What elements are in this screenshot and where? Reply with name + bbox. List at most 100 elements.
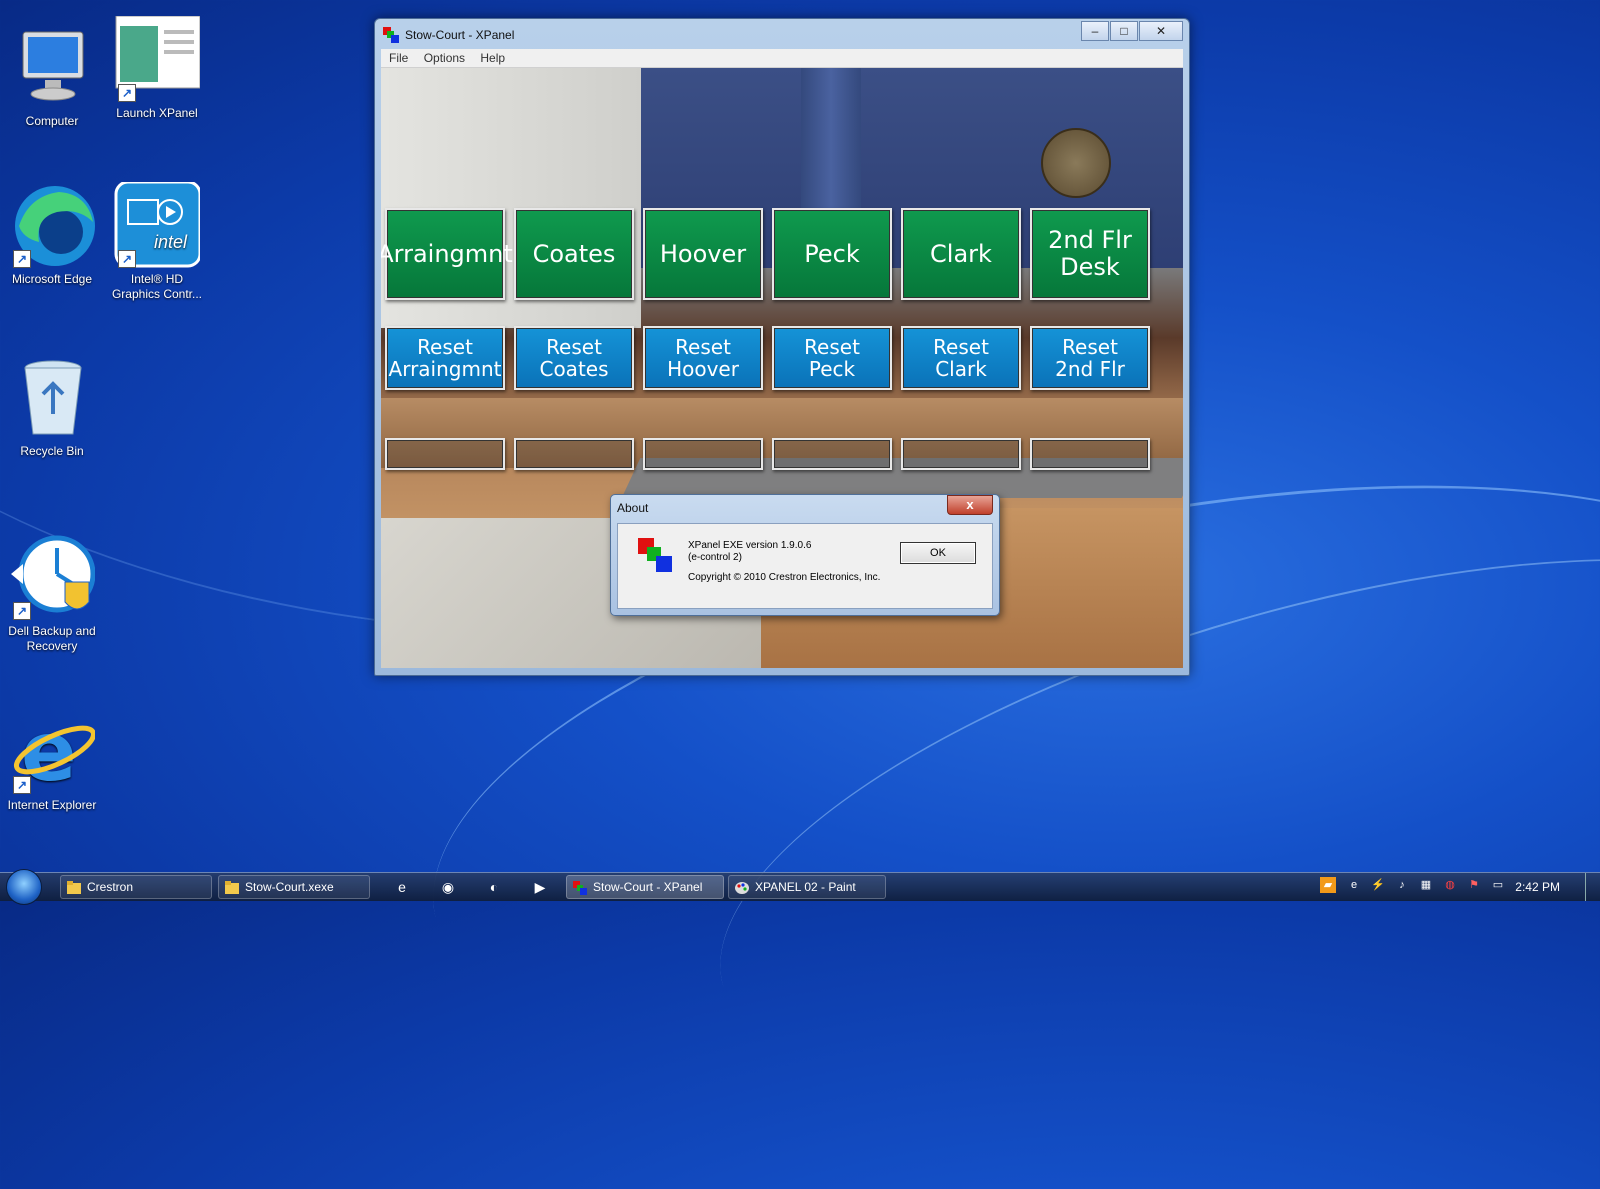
room-button-peck[interactable]: Peck (772, 208, 892, 300)
empty-button-6[interactable] (1030, 438, 1150, 470)
about-copyright: Copyright © 2010 Crestron Electronics, I… (688, 572, 881, 583)
minimize-button[interactable]: – (1081, 21, 1109, 41)
desktop-icon-computer[interactable]: Computer (2, 24, 102, 129)
desktop-icon-intel-graphics[interactable]: intel ↗ Intel® HD Graphics Contr... (107, 180, 207, 302)
taskbar-clock[interactable]: 2:42 PM (1515, 873, 1560, 901)
reset-button-label: Reset Clark (933, 335, 989, 381)
reset-button-label: Reset Coates (539, 335, 609, 381)
paint-icon (735, 880, 749, 894)
desktop-icon-label: Dell Backup and Recovery (8, 624, 96, 653)
display-icon[interactable]: ▦ (1418, 877, 1434, 893)
taskbar-item-stow-court-xexe[interactable]: Stow-Court.xexe (218, 875, 370, 899)
taskbar: Crestron Stow-Court.xexe e ◉ ◐ ▶ Stow-Co… (0, 869, 1600, 905)
shortcut-arrow-icon: ↗ (118, 84, 136, 102)
reset-button-arraingmnt[interactable]: Reset Arraingmnt (385, 326, 505, 390)
taskbar-item-label: Stow-Court - XPanel (593, 880, 703, 894)
reset-button-clark[interactable]: Reset Clark (901, 326, 1021, 390)
desktop-icon-internet-explorer[interactable]: e ↗ Internet Explorer (2, 705, 102, 813)
xpanel-launch-icon: ↗ (114, 15, 201, 102)
network-monitor-icon[interactable]: ▭ (1490, 877, 1506, 893)
about-ok-button[interactable]: OK (900, 542, 976, 564)
window-title: Stow-Court - XPanel (405, 28, 515, 42)
empty-button-2[interactable] (514, 438, 634, 470)
folder-icon (225, 880, 239, 894)
volume-icon[interactable]: ♪ (1394, 877, 1410, 893)
taskbar-item-stow-court-xpanel[interactable]: Stow-Court - XPanel (566, 875, 724, 899)
about-dialog-title: About (617, 501, 649, 515)
shortcut-arrow-icon: ↗ (13, 602, 31, 620)
edge-icon[interactable]: ◐ (484, 877, 504, 897)
about-close-button[interactable]: x (947, 495, 993, 515)
room-button-label: Peck (804, 239, 860, 268)
desktop-icon-label: Launch XPanel (116, 106, 198, 120)
menu-bar: File Options Help (381, 49, 1183, 68)
shortcut-arrow-icon: ↗ (13, 776, 31, 794)
empty-button-4[interactable] (772, 438, 892, 470)
antivirus-icon[interactable]: ◍ (1442, 877, 1458, 893)
taskbar-item-paint[interactable]: XPANEL 02 - Paint (728, 875, 886, 899)
about-subline: (e-control 2) (688, 552, 742, 563)
room-button-label: Coates (532, 239, 616, 268)
svg-text:intel: intel (154, 232, 188, 252)
computer-icon (9, 24, 95, 110)
room-button-coates[interactable]: Coates (514, 208, 634, 300)
reset-button-label: Reset Hoover (667, 335, 739, 381)
about-dialog: About x XPanel EXE version 1.9.0.6 (e-co… (610, 494, 1000, 616)
empty-button-5[interactable] (901, 438, 1021, 470)
room-button-2nd-flr-desk[interactable]: 2nd Flr Desk (1030, 208, 1150, 300)
maximize-button[interactable]: □ (1110, 21, 1138, 41)
recycle-bin-icon (9, 354, 95, 440)
reset-button-label: Reset Arraingmnt (388, 335, 502, 381)
room-button-label: Hoover (659, 239, 747, 268)
network-icon[interactable]: ⚡ (1370, 877, 1386, 893)
xpanel-icon (573, 880, 587, 895)
about-dialog-body: XPanel EXE version 1.9.0.6 (e-control 2)… (617, 523, 993, 609)
about-version: XPanel EXE version 1.9.0.6 (688, 540, 812, 551)
desktop-icon-edge[interactable]: ↗ Microsoft Edge (2, 182, 102, 287)
room-button-label: 2nd Flr Desk (1048, 226, 1132, 281)
desktop-icon-label: Intel® HD Graphics Contr... (111, 272, 203, 301)
menu-help[interactable]: Help (480, 51, 505, 65)
ie-icon: e ↗ (9, 705, 97, 800)
crestron-logo-icon (638, 538, 674, 572)
e-icon[interactable]: e (1346, 877, 1362, 893)
reset-button-peck[interactable]: Reset Peck (772, 326, 892, 390)
show-desktop-button[interactable] (1585, 873, 1600, 901)
shortcut-arrow-icon: ↗ (118, 250, 136, 268)
reset-button-2nd-flr[interactable]: Reset 2nd Flr (1030, 326, 1150, 390)
reset-button-label: Reset Peck (804, 335, 860, 381)
close-button[interactable]: ✕ (1139, 21, 1183, 41)
taskbar-item-crestron[interactable]: Crestron (60, 875, 212, 899)
menu-options[interactable]: Options (424, 51, 465, 65)
desktop-icon-label: Microsoft Edge (11, 272, 93, 286)
xpanel-logo-icon (383, 27, 399, 43)
room-button-clark[interactable]: Clark (901, 208, 1021, 300)
room-button-arraingmnt[interactable]: Arraingmnt (381, 208, 513, 300)
court-seal-image (1041, 128, 1111, 198)
desktop-icon-dell-backup[interactable]: ↗ Dell Backup and Recovery (2, 534, 102, 654)
desktop-icon-label: Recycle Bin (20, 444, 84, 458)
edge-icon: ↗ (9, 182, 95, 268)
desktop-icon-launch-xpanel[interactable]: ↗ Launch XPanel (107, 15, 207, 121)
window-controls: – □ ✕ (1080, 21, 1183, 41)
media-player-icon[interactable]: ▶ (530, 877, 550, 897)
empty-button-3[interactable] (643, 438, 763, 470)
empty-button-1[interactable] (385, 438, 505, 470)
menu-file[interactable]: File (389, 51, 408, 65)
desktop-icon-label: Computer (25, 114, 79, 128)
taskbar-item-label: Crestron (87, 880, 134, 894)
desktop-icon-recycle-bin[interactable]: Recycle Bin (2, 354, 102, 459)
chrome-icon[interactable]: ◉ (438, 877, 458, 897)
reset-button-coates[interactable]: Reset Coates (514, 326, 634, 390)
flag-icon[interactable]: ▰ (1320, 877, 1336, 893)
room-button-label: Clark (930, 239, 992, 268)
ie-icon[interactable]: e (392, 877, 412, 897)
action-center-icon[interactable]: ⚑ (1466, 877, 1482, 893)
room-button-hoover[interactable]: Hoover (643, 208, 763, 300)
intel-graphics-icon: intel ↗ (114, 180, 202, 268)
desktop-icon-label: Internet Explorer (7, 798, 97, 812)
folder-icon (67, 880, 81, 894)
reset-button-hoover[interactable]: Reset Hoover (643, 326, 763, 390)
about-version-block: XPanel EXE version 1.9.0.6 (e-control 2) (688, 540, 811, 564)
shortcut-arrow-icon: ↗ (13, 250, 31, 268)
